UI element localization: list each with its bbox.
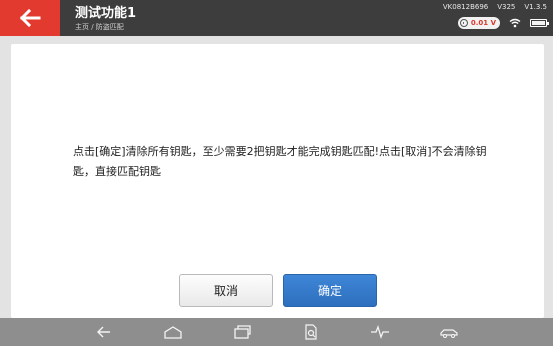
confirm-button[interactable]: 确定	[283, 274, 377, 307]
back-icon[interactable]	[94, 323, 114, 341]
home-icon[interactable]	[163, 323, 183, 341]
serial-number: VK0812B696	[442, 3, 489, 11]
recent-apps-icon[interactable]	[232, 323, 252, 341]
file-search-icon[interactable]	[301, 323, 321, 341]
voltage-value: 0.01 V	[470, 19, 496, 27]
wifi-icon	[509, 18, 521, 28]
back-button[interactable]	[0, 0, 60, 36]
version-label: V325	[497, 3, 516, 11]
voltage-badge: 0.01 V	[457, 17, 500, 29]
waveform-icon[interactable]	[370, 323, 390, 341]
dialog-panel: 点击[确定]清除所有钥匙，至少需要2把钥匙才能完成钥匙匹配!点击[取消]不会清除…	[11, 44, 544, 318]
breadcrumb: 主页 / 防盗匹配	[75, 23, 124, 31]
top-bar: 测试功能1 主页 / 防盗匹配 VK0812B696 V325 V1.3.5 0…	[0, 0, 553, 36]
page-title: 测试功能1	[75, 6, 137, 21]
cancel-button[interactable]: 取消	[179, 274, 273, 307]
title-block: 测试功能1 主页 / 防盗匹配	[75, 6, 136, 32]
voltage-icon	[459, 19, 468, 27]
car-icon[interactable]	[439, 323, 459, 341]
software-version: V1.3.5	[524, 3, 547, 11]
device-info: VK0812B696 V325 V1.3.5	[443, 3, 547, 11]
status-icons: 0.01 V	[457, 17, 549, 29]
bottom-nav-bar	[0, 318, 553, 346]
arrow-left-icon	[19, 9, 41, 27]
dialog-message: 点击[确定]清除所有钥匙，至少需要2把钥匙才能完成钥匙匹配!点击[取消]不会清除…	[73, 145, 487, 178]
battery-icon	[530, 19, 549, 27]
